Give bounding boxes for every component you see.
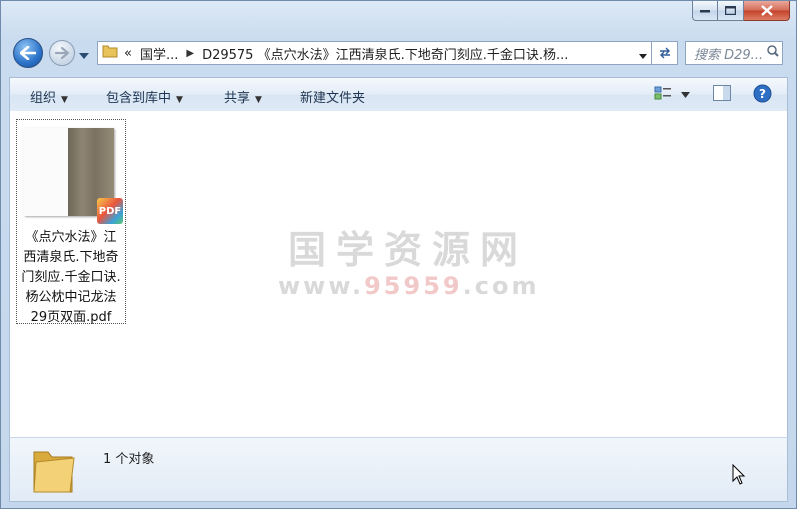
file-name-line: 杨公枕中记龙法 <box>25 290 117 305</box>
navigation-bar: « 国学... ▶ D29575 《点穴水法》江西清泉氏.下地奇门刻应.千金口诀… <box>13 37 783 69</box>
help-button[interactable]: ? <box>753 84 772 107</box>
maximize-icon <box>725 6 736 15</box>
recent-pages-dropdown[interactable] <box>79 48 89 63</box>
change-view-button[interactable] <box>654 85 672 105</box>
file-name-line: 门刻应.千金口诀. <box>21 270 121 285</box>
chevron-down-icon: ▼ <box>176 95 183 105</box>
watermark-url-highlight: 95959 <box>364 272 463 300</box>
minimize-button[interactable] <box>692 1 718 21</box>
address-dropdown[interactable] <box>639 48 647 63</box>
watermark-url-suffix: .com <box>462 272 540 300</box>
refresh-button[interactable] <box>652 41 678 65</box>
chevron-down-icon: ▼ <box>61 95 68 105</box>
address-bar[interactable]: « 国学... ▶ D29575 《点穴水法》江西清泉氏.下地奇门刻应.千金口诀… <box>97 41 652 65</box>
file-list-area[interactable]: 国学资源网 www.95959.com PDF 《点穴水法》江 西清泉氏.下地奇… <box>9 111 788 437</box>
folder-icon <box>30 444 76 500</box>
arrow-left-icon <box>20 46 36 60</box>
pdf-badge: PDF <box>97 198 123 224</box>
file-name-line: 29页双面.pdf <box>30 310 112 325</box>
maximize-button[interactable] <box>718 1 744 21</box>
share-label: 共享 <box>224 91 251 106</box>
include-label: 包含到库中 <box>106 91 172 106</box>
file-name: 《点穴水法》江 西清泉氏.下地奇 门刻应.千金口诀. 杨公枕中记龙法 29页双面… <box>19 228 123 328</box>
organize-menu[interactable]: 组织 ▼ <box>30 87 68 106</box>
chevron-down-icon <box>681 92 690 98</box>
svg-text:?: ? <box>759 87 766 101</box>
command-bar: 组织 ▼ 包含到库中 ▼ 共享 ▼ 新建文件夹 ? <box>9 77 788 111</box>
view-icon <box>654 86 671 100</box>
close-icon <box>760 5 773 16</box>
preview-pane-icon <box>713 85 731 101</box>
minimize-icon <box>700 9 710 12</box>
breadcrumb-segment-parent[interactable]: 国学... <box>140 44 178 63</box>
watermark: 国学资源网 www.95959.com <box>278 219 538 300</box>
mouse-cursor-icon <box>732 463 746 490</box>
view-options-dropdown[interactable] <box>681 87 690 102</box>
arrow-right-icon <box>55 47 69 59</box>
share-menu[interactable]: 共享 ▼ <box>224 87 262 106</box>
chevron-down-icon <box>79 53 89 59</box>
include-in-library-menu[interactable]: 包含到库中 ▼ <box>106 87 183 106</box>
explorer-window: « 国学... ▶ D29575 《点穴水法》江西清泉氏.下地奇门刻应.千金口诀… <box>0 0 797 509</box>
close-button[interactable] <box>744 1 790 21</box>
item-count: 1 个对象 <box>103 452 155 467</box>
chevron-down-icon: ▼ <box>255 95 262 105</box>
refresh-icon <box>659 47 670 59</box>
organize-label: 组织 <box>30 91 57 106</box>
breadcrumb-separator-icon[interactable]: ▶ <box>186 48 194 59</box>
folder-icon <box>102 44 118 62</box>
search-box[interactable]: 搜索 D29... <box>685 41 783 65</box>
caption-buttons <box>692 1 790 21</box>
address-overflow[interactable]: « <box>124 46 132 61</box>
file-name-line: 西清泉氏.下地奇 <box>23 250 119 265</box>
watermark-url: www.95959.com <box>278 272 538 300</box>
chevron-down-icon <box>639 54 647 59</box>
watermark-text: 国学资源网 <box>287 228 528 272</box>
file-item[interactable]: PDF 《点穴水法》江 西清泉氏.下地奇 门刻应.千金口诀. 杨公枕中记龙法 2… <box>16 119 126 325</box>
breadcrumb-segment-current[interactable]: D29575 《点穴水法》江西清泉氏.下地奇门刻应.千金口诀.杨... <box>202 44 568 63</box>
help-icon: ? <box>753 84 772 103</box>
back-button[interactable] <box>13 38 43 68</box>
forward-button[interactable] <box>49 40 75 66</box>
details-pane: 1 个对象 <box>9 437 788 502</box>
new-folder-button[interactable]: 新建文件夹 <box>300 87 365 106</box>
watermark-url-prefix: www. <box>278 272 365 300</box>
search-input[interactable]: 搜索 D29... <box>694 44 764 63</box>
file-name-line: 《点穴水法》江 <box>25 230 117 245</box>
preview-pane-button[interactable] <box>713 85 731 105</box>
search-icon[interactable] <box>764 45 782 61</box>
